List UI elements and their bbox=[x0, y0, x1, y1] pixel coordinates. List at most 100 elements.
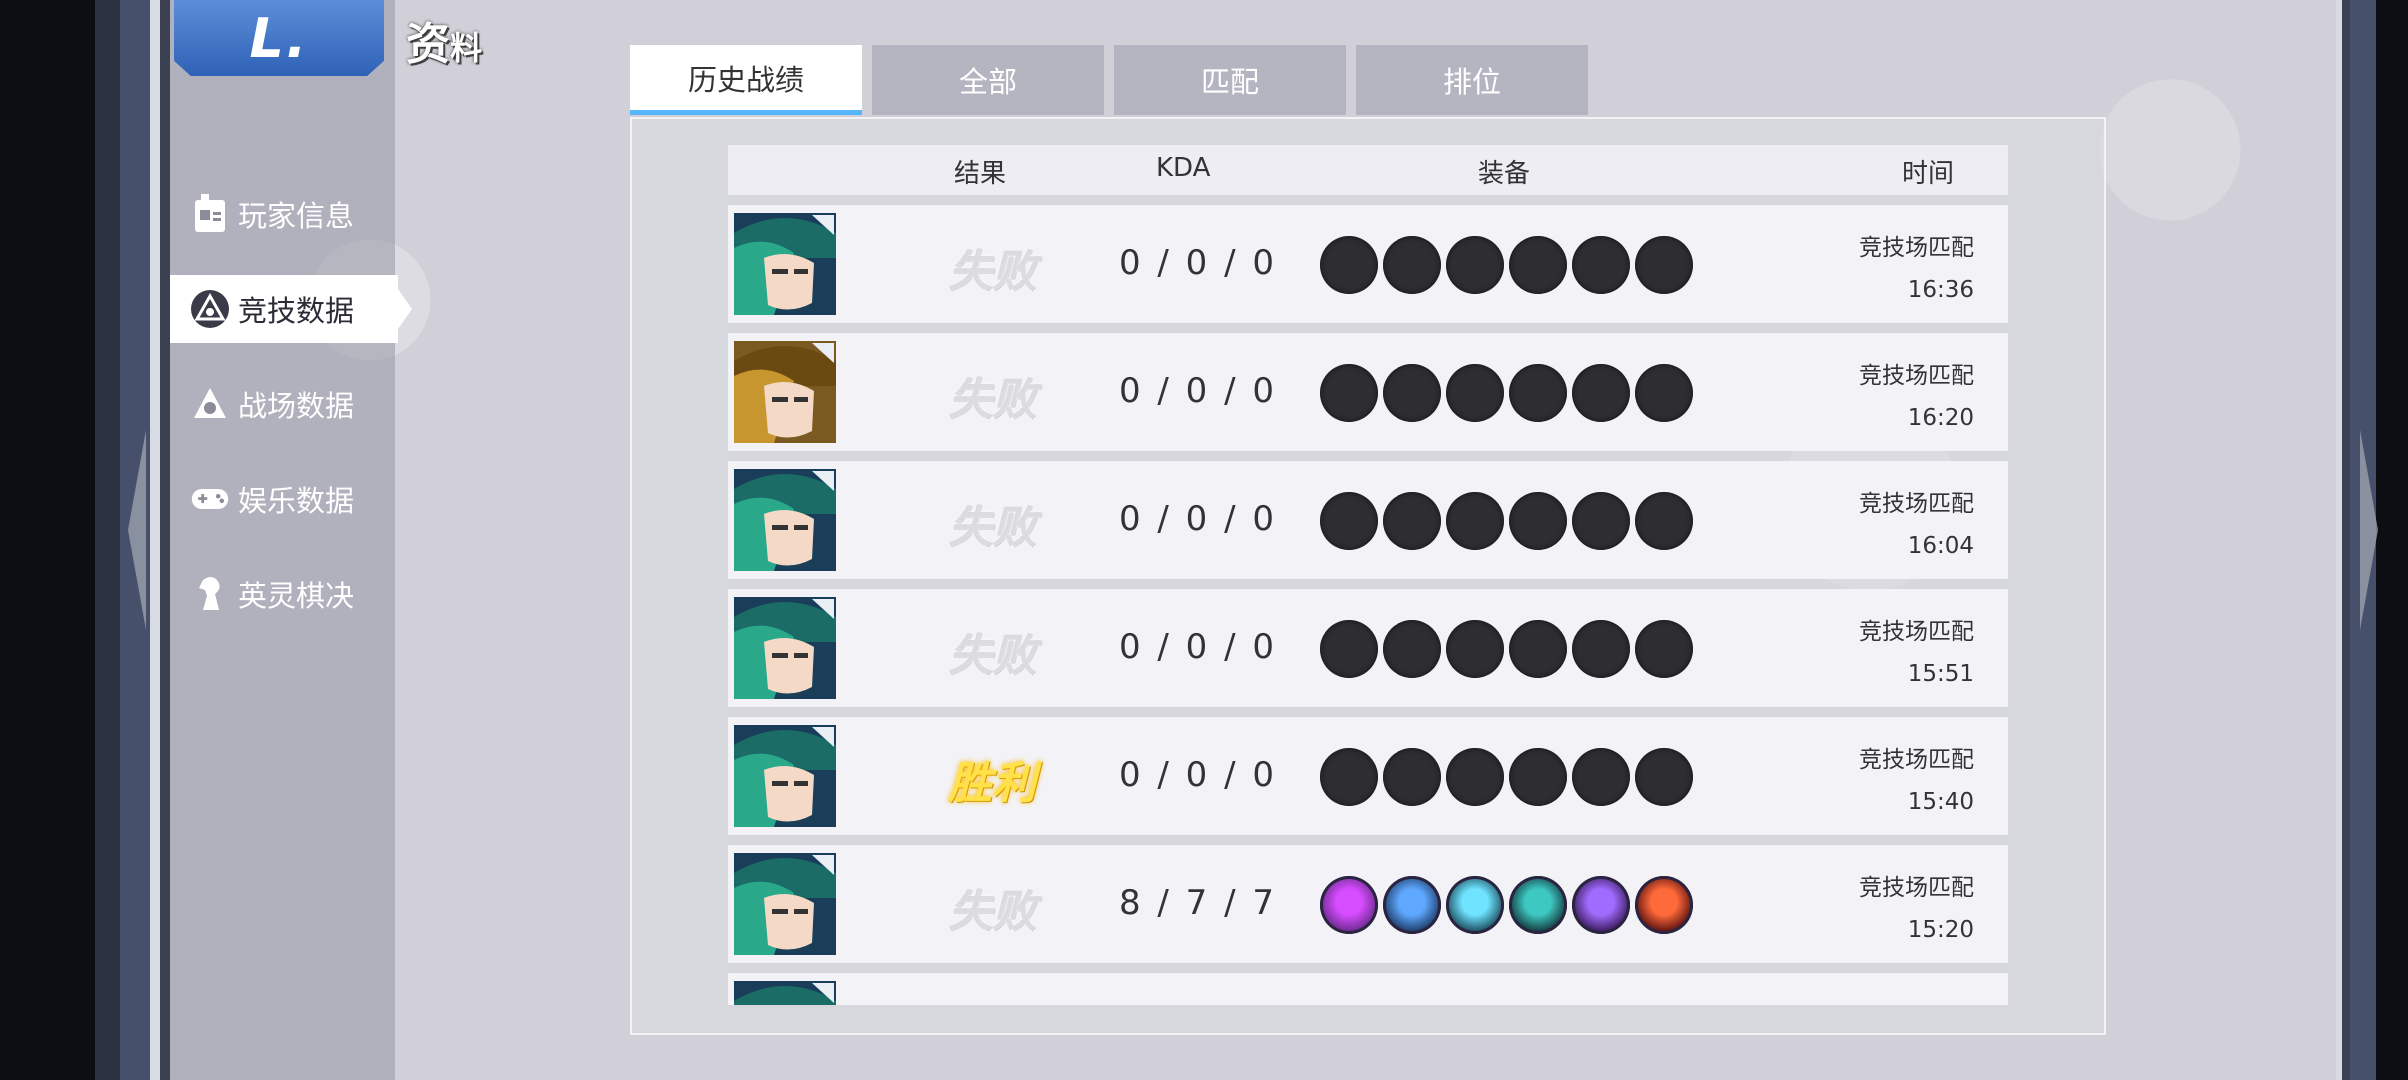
table-header: 结果 KDA 装备 时间 bbox=[728, 145, 2008, 195]
sidebar: L. 玩家信息 竞技数据 战场数据 娱乐数据 英灵棋决 bbox=[170, 0, 412, 1080]
tab-match[interactable]: 匹配 bbox=[1114, 45, 1346, 115]
empty-item-slot bbox=[1320, 364, 1378, 422]
table-row[interactable]: 失败 0 / 0 / 0 竞技场匹配 16:36 bbox=[728, 205, 2008, 323]
table-row[interactable]: 失败 0 / 0 / 0 竞技场匹配 15:51 bbox=[728, 589, 2008, 707]
sidebar-item-battlefield-data[interactable]: 战场数据 bbox=[170, 370, 395, 438]
tab-history[interactable]: 历史战绩 bbox=[630, 45, 862, 115]
page-title: 资料 bbox=[406, 19, 483, 70]
equipment-slots bbox=[1320, 364, 1693, 422]
empty-item-slot bbox=[1635, 236, 1693, 294]
logo-text: L. bbox=[249, 6, 309, 70]
kda-value: 8 / 7 / 7 bbox=[1118, 883, 1278, 923]
kda-value: 0 / 0 / 0 bbox=[1118, 499, 1278, 539]
match-mode: 竞技场匹配 bbox=[1859, 491, 1974, 517]
match-time: 15:20 bbox=[1907, 917, 1974, 943]
match-info: 竞技场匹配 16:36 bbox=[1859, 227, 1974, 311]
empty-item-slot bbox=[1383, 620, 1441, 678]
sidebar-nav: 玩家信息 竞技数据 战场数据 娱乐数据 英灵棋决 bbox=[170, 180, 412, 655]
hero-portrait[interactable] bbox=[734, 597, 836, 699]
tab-bar: 历史战绩 全部 匹配 排位 bbox=[630, 45, 1588, 115]
empty-item-slot bbox=[1446, 236, 1504, 294]
table-row[interactable]: 失败 0 / 0 / 0 竞技场匹配 16:20 bbox=[728, 333, 2008, 451]
kda-value: 0 / 0 / 0 bbox=[1118, 627, 1278, 667]
blue-dragon-item-icon[interactable] bbox=[1383, 876, 1441, 934]
profile-card-icon bbox=[190, 194, 230, 234]
sidebar-item-hero-chess[interactable]: 英灵棋决 bbox=[170, 560, 395, 628]
red-blade-item-icon[interactable] bbox=[1635, 876, 1693, 934]
empty-item-slot bbox=[1320, 620, 1378, 678]
empty-item-slot bbox=[1509, 492, 1567, 550]
match-mode: 竞技场匹配 bbox=[1859, 747, 1974, 773]
hero-portrait[interactable] bbox=[734, 213, 836, 315]
empty-item-slot bbox=[1320, 236, 1378, 294]
empty-item-slot bbox=[1320, 492, 1378, 550]
match-mode: 竞技场匹配 bbox=[1859, 235, 1974, 261]
empty-item-slot bbox=[1383, 236, 1441, 294]
empty-item-slot bbox=[1446, 364, 1504, 422]
sidebar-item-label: 娱乐数据 bbox=[238, 484, 355, 518]
empty-item-slot bbox=[1635, 492, 1693, 550]
violet-warrior-item-icon[interactable] bbox=[1572, 876, 1630, 934]
match-time: 16:36 bbox=[1907, 277, 1974, 303]
empty-item-slot bbox=[1635, 364, 1693, 422]
empty-item-slot bbox=[1572, 620, 1630, 678]
result-label: 失败 bbox=[948, 502, 1036, 553]
empty-item-slot bbox=[1383, 492, 1441, 550]
table-row[interactable]: 胜利 0 / 0 / 0 竞技场匹配 15:40 bbox=[728, 717, 2008, 835]
empty-item-slot bbox=[1509, 236, 1567, 294]
kda-value: 0 / 0 / 0 bbox=[1118, 243, 1278, 283]
empty-item-slot bbox=[1635, 748, 1693, 806]
tab-ranked[interactable]: 排位 bbox=[1356, 45, 1588, 115]
empty-item-slot bbox=[1446, 620, 1504, 678]
match-mode: 竞技场匹配 bbox=[1859, 619, 1974, 645]
hero-portrait[interactable] bbox=[734, 469, 836, 571]
teal-mage-item-icon[interactable] bbox=[1509, 876, 1567, 934]
hero-portrait[interactable] bbox=[734, 981, 836, 1005]
empty-item-slot bbox=[1320, 748, 1378, 806]
match-time: 16:04 bbox=[1907, 533, 1974, 559]
empty-item-slot bbox=[1446, 748, 1504, 806]
match-time: 16:20 bbox=[1907, 405, 1974, 431]
empty-item-slot bbox=[1446, 492, 1504, 550]
match-info: 竞技场匹配 15:40 bbox=[1859, 739, 1974, 823]
battlefield-icon bbox=[190, 384, 230, 424]
hero-portrait[interactable] bbox=[734, 853, 836, 955]
result-label: 失败 bbox=[948, 374, 1036, 425]
empty-item-slot bbox=[1572, 492, 1630, 550]
sidebar-item-arena-data[interactable]: 竞技数据 bbox=[170, 275, 412, 343]
history-panel: 结果 KDA 装备 时间 失败 0 / 0 / 0 竞技场匹配 16:36 失败… bbox=[630, 117, 2106, 1035]
table-row[interactable]: 失败 0 / 0 / 0 竞技场匹配 16:04 bbox=[728, 461, 2008, 579]
empty-item-slot bbox=[1383, 748, 1441, 806]
hero-portrait[interactable] bbox=[734, 725, 836, 827]
sidebar-item-entertainment-data[interactable]: 娱乐数据 bbox=[170, 465, 395, 533]
sidebar-item-label: 英灵棋决 bbox=[238, 579, 355, 613]
match-mode: 竞技场匹配 bbox=[1859, 363, 1974, 389]
header-kda: KDA bbox=[1156, 153, 1211, 183]
empty-item-slot bbox=[1572, 364, 1630, 422]
cyan-fighter-item-icon[interactable] bbox=[1446, 876, 1504, 934]
empty-item-slot bbox=[1383, 364, 1441, 422]
match-list[interactable]: 失败 0 / 0 / 0 竞技场匹配 16:36 失败 0 / 0 / 0 竞技… bbox=[728, 205, 2008, 1005]
match-info: 竞技场匹配 15:51 bbox=[1859, 611, 1974, 695]
empty-item-slot bbox=[1572, 236, 1630, 294]
hero-portrait[interactable] bbox=[734, 341, 836, 443]
header-result: 结果 bbox=[954, 159, 1007, 189]
empty-item-slot bbox=[1509, 364, 1567, 422]
tab-all[interactable]: 全部 bbox=[872, 45, 1104, 115]
main-stage: L. 玩家信息 竞技数据 战场数据 娱乐数据 英灵棋决 资料 历史战绩 全部 匹… bbox=[170, 0, 2336, 1080]
arena-triangle-icon bbox=[190, 289, 230, 329]
purple-orb-item-icon[interactable] bbox=[1320, 876, 1378, 934]
match-time: 15:40 bbox=[1907, 789, 1974, 815]
sidebar-item-label: 玩家信息 bbox=[238, 199, 355, 233]
match-info: 竞技场匹配 16:20 bbox=[1859, 355, 1974, 439]
match-mode: 竞技场匹配 bbox=[1859, 875, 1974, 901]
sidebar-item-label: 战场数据 bbox=[238, 389, 355, 423]
match-info: 竞技场匹配 16:04 bbox=[1859, 483, 1974, 567]
back-logo-button[interactable]: L. bbox=[174, 0, 384, 76]
sidebar-item-player-info[interactable]: 玩家信息 bbox=[170, 180, 395, 248]
chess-knight-icon bbox=[190, 574, 230, 614]
header-time: 时间 bbox=[1902, 159, 1955, 189]
table-row[interactable] bbox=[728, 973, 2008, 1005]
result-label: 胜利 bbox=[948, 758, 1036, 809]
table-row[interactable]: 失败 8 / 7 / 7 竞技场匹配 15:20 bbox=[728, 845, 2008, 963]
